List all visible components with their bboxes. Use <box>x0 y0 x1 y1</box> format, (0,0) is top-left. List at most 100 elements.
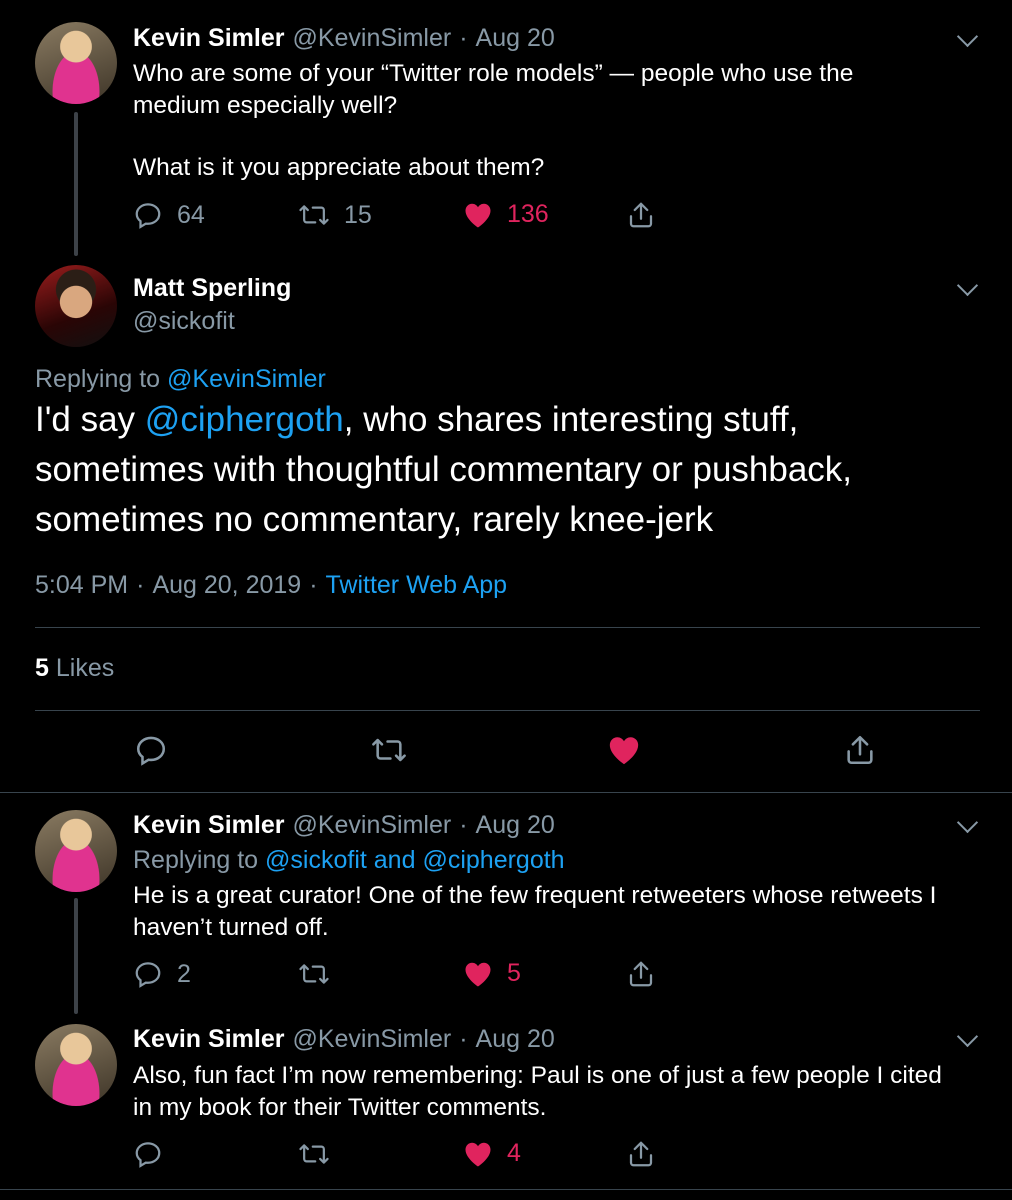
author-name[interactable]: Kevin Simler <box>133 1025 284 1054</box>
separator-dot: · <box>459 1025 468 1053</box>
retweet-icon <box>370 733 408 767</box>
retweet-button[interactable] <box>370 733 408 767</box>
retweet-button[interactable]: 15 <box>298 200 372 230</box>
main-tweet-text: I'd say @ciphergoth, who shares interest… <box>35 395 985 545</box>
retweet-icon <box>298 1139 330 1169</box>
share-icon <box>843 733 877 767</box>
tweet-text-line: Who are some of your “Twitter role model… <box>133 60 854 87</box>
section-divider <box>0 792 1012 793</box>
reply-button[interactable] <box>133 1139 163 1169</box>
replying-to-line: Replying to @KevinSimler <box>35 365 326 394</box>
tweet-date[interactable]: Aug 20 <box>476 811 555 840</box>
divider <box>35 627 980 628</box>
mention-link[interactable]: @sickofit <box>265 846 367 874</box>
heart-icon <box>463 960 493 988</box>
share-icon <box>626 1139 656 1169</box>
mention-link[interactable]: @KevinSimler <box>167 365 326 393</box>
reply1-header: Kevin Simler @KevinSimler · Aug 20 <box>133 811 555 840</box>
tweet-source-link[interactable]: Twitter Web App <box>326 571 508 600</box>
avatar-matt-sperling[interactable] <box>35 265 117 347</box>
heart-icon <box>463 1140 493 1168</box>
retweet-icon <box>298 200 330 230</box>
heart-icon <box>607 734 641 766</box>
separator-dot: · <box>459 24 468 52</box>
author-name[interactable]: Kevin Simler <box>133 811 284 840</box>
like-button[interactable]: 4 <box>463 1139 521 1168</box>
likes-stat[interactable]: 5 Likes <box>35 654 114 683</box>
divider <box>35 710 980 711</box>
retweet-button[interactable] <box>298 1139 330 1169</box>
likes-label: Likes <box>55 654 115 682</box>
chevron-down-icon[interactable] <box>956 811 979 834</box>
mention-link[interactable]: @ciphergoth <box>422 846 564 874</box>
like-button[interactable]: 5 <box>463 959 521 988</box>
share-icon <box>626 959 656 989</box>
tweet1-header: Kevin Simler @KevinSimler · Aug 20 <box>133 24 555 53</box>
reply-icon <box>133 200 163 230</box>
avatar-kevin-simler[interactable] <box>35 810 117 892</box>
tweet-timestamp-row: 5:04 PM · Aug 20, 2019 · Twitter Web App <box>35 571 507 600</box>
separator-dot: · <box>136 571 145 599</box>
reply-icon <box>133 959 163 989</box>
likes-count: 5 <box>35 654 49 682</box>
avatar-kevin-simler[interactable] <box>35 22 117 104</box>
avatar-kevin-simler[interactable] <box>35 1024 117 1106</box>
text-segment: I'd say <box>35 400 136 439</box>
reply-button[interactable] <box>134 733 168 767</box>
separator-dot: · <box>309 571 318 599</box>
reply-icon <box>133 1139 163 1169</box>
tweet-text-line: He is a great curator! One of the few fr… <box>133 882 937 909</box>
thread-line <box>74 898 78 1014</box>
heart-icon <box>463 201 493 229</box>
share-button[interactable] <box>626 959 656 989</box>
tweet-full-date[interactable]: Aug 20, 2019 <box>152 571 301 600</box>
author-name[interactable]: Kevin Simler <box>133 24 284 53</box>
like-button[interactable]: 136 <box>463 200 549 229</box>
author-handle[interactable]: @KevinSimler <box>292 811 451 840</box>
like-count: 136 <box>507 200 549 228</box>
tweet-text-line: Also, fun fact I’m now remembering: Paul… <box>133 1062 942 1089</box>
share-button[interactable] <box>843 733 877 767</box>
chevron-down-icon[interactable] <box>956 274 979 297</box>
replying-to-line: Replying to @sickofit and @ciphergoth <box>133 846 565 875</box>
tweet-text-line: in my book for their Twitter comments. <box>133 1094 547 1121</box>
like-count: 4 <box>507 1139 521 1167</box>
retweet-icon <box>298 959 330 989</box>
tweet-date[interactable]: Aug 20 <box>476 24 555 53</box>
chevron-down-icon[interactable] <box>956 25 979 48</box>
like-button[interactable] <box>607 734 641 766</box>
like-count: 5 <box>507 959 521 987</box>
author-name[interactable]: Matt Sperling <box>133 274 291 303</box>
share-icon <box>626 200 656 230</box>
reply2-header: Kevin Simler @KevinSimler · Aug 20 <box>133 1025 555 1054</box>
and-label: and <box>373 846 416 874</box>
reply-count: 64 <box>177 200 205 229</box>
share-button[interactable] <box>626 1139 656 1169</box>
reply-icon <box>134 733 168 767</box>
tweet-text-line: sometimes no commentary, rarely knee-jer… <box>35 500 714 539</box>
tweet-text-line: sometimes with thoughtful commentary or … <box>35 450 853 489</box>
text-segment: , who shares interesting stuff, <box>343 400 799 439</box>
author-handle[interactable]: @KevinSimler <box>292 1025 451 1054</box>
share-button[interactable] <box>626 200 656 230</box>
chevron-down-icon[interactable] <box>956 1025 979 1048</box>
tweet-time[interactable]: 5:04 PM <box>35 571 128 600</box>
tweet-text-line: I'd say @ciphergoth, who shares interest… <box>35 395 985 445</box>
author-handle[interactable]: @KevinSimler <box>292 24 451 53</box>
tweet1-body: Who are some of your “Twitter role model… <box>133 58 853 184</box>
author-handle[interactable]: @sickofit <box>133 307 291 336</box>
reply-button[interactable]: 64 <box>133 200 205 230</box>
separator-dot: · <box>459 811 468 839</box>
retweet-count: 15 <box>344 200 372 229</box>
reply-count: 2 <box>177 959 191 988</box>
replying-label: Replying to <box>35 365 161 393</box>
mention-link[interactable]: @ciphergoth <box>145 400 344 439</box>
tweet-text-line: haven’t turned off. <box>133 914 329 941</box>
reply-button[interactable]: 2 <box>133 959 191 989</box>
tweet-date[interactable]: Aug 20 <box>476 1025 555 1054</box>
reply2-body: Also, fun fact I’m now remembering: Paul… <box>133 1060 942 1124</box>
retweet-button[interactable] <box>298 959 330 989</box>
tweet-text-line: What is it you appreciate about them? <box>133 154 545 181</box>
main-author: Matt Sperling @sickofit <box>133 274 291 336</box>
tweet-text-line: medium especially well? <box>133 92 398 119</box>
